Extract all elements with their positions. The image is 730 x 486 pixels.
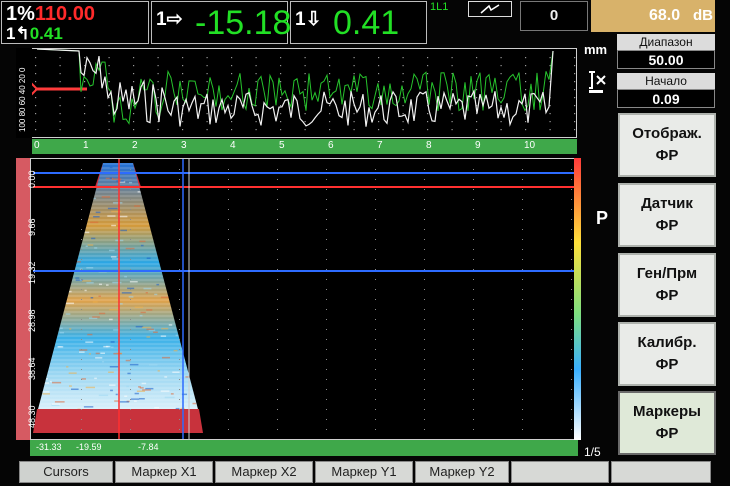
start-value: 0.09: [617, 89, 715, 108]
tab-маркер-y1[interactable]: Маркер Y1: [315, 461, 413, 483]
sscan-panel[interactable]: [30, 158, 578, 440]
softkey-2[interactable]: Датчик ФР: [618, 183, 716, 247]
sscan-depth-tick: 48.30: [27, 405, 37, 428]
ascan-x-tick: 9: [475, 140, 481, 151]
gain-display[interactable]: 68.0 dB: [591, 0, 715, 32]
readout-depth-value: 0.41: [29, 24, 63, 43]
probe-icon: [585, 68, 609, 96]
ascan-x-tick: 4: [230, 140, 236, 151]
ascan-x-tick: 8: [426, 140, 432, 151]
sscan-depth-tick: 9.66: [27, 218, 37, 236]
softkey-3[interactable]: Ген/Прм ФР: [618, 253, 716, 317]
ascan-panel[interactable]: [16, 48, 577, 138]
readout-offset-value: -15.18: [195, 4, 292, 42]
sscan-x-tick: -31.33: [36, 442, 62, 452]
channel-label: 1L1: [430, 1, 449, 13]
color-palette-bar: [574, 158, 581, 440]
softkey-sublabel: ФР: [655, 217, 679, 234]
softkey-sublabel: ФР: [655, 356, 679, 373]
sscan-ruler: -31.33 -19.59 -7.84: [30, 440, 578, 456]
softkey-label: Датчик: [641, 195, 693, 212]
softkey-label: Ген/Прм: [636, 265, 698, 282]
ascan-x-tick: 2: [132, 140, 138, 151]
softkey-label: Отображ.: [632, 125, 702, 142]
ascan-y-ticks: 100 80 60 40 20 0: [18, 67, 27, 132]
ascan-x-tick: 0: [34, 140, 40, 151]
tab-маркер-y2[interactable]: Маркер Y2: [415, 461, 509, 483]
start-param[interactable]: Начало 0.09: [617, 73, 715, 110]
readout-height-box[interactable]: 1⇩ 0.41: [290, 1, 427, 44]
ascan-x-tick: 1: [83, 140, 89, 151]
start-label: Начало: [617, 73, 715, 89]
softkey-5[interactable]: Маркеры ФР: [618, 391, 716, 455]
tab-маркер-x1[interactable]: Маркер X1: [115, 461, 213, 483]
readout-amplitude-box[interactable]: 1%110.00 1↰0.41: [1, 1, 149, 44]
range-param[interactable]: Диапазон 50.00: [617, 34, 715, 71]
page-indicator: 1/5: [584, 445, 601, 459]
readout-amplitude-value: 110.00: [34, 3, 95, 25]
softkey-label: Калибр.: [637, 334, 697, 351]
softkey-1[interactable]: Отображ. ФР: [618, 113, 716, 177]
sscan-depth-axis: 0.00 9.66 19.32 28.98 38.64 48.30: [16, 158, 37, 440]
sscan-depth-tick: 0.00: [27, 170, 37, 188]
ascan-x-tick: 7: [377, 140, 383, 151]
sscan-plot: [33, 159, 577, 439]
softkey-4[interactable]: Калибр. ФР: [618, 322, 716, 386]
softkey-sublabel: ФР: [655, 147, 679, 164]
readout-height-prefix: 1⇩: [295, 9, 322, 30]
readout-amplitude-prefix: 1%: [6, 3, 35, 25]
readout-offset-prefix: 1⇨: [156, 9, 183, 30]
ascan-x-tick: 10: [524, 140, 536, 151]
range-value: 50.00: [617, 50, 715, 69]
sscan-mode-letter: P: [596, 208, 609, 228]
ascan-plot: [30, 48, 576, 131]
gain-value: 68.0: [649, 7, 681, 24]
sscan-x-tick: -7.84: [138, 442, 159, 452]
tab-cursors[interactable]: Cursors: [19, 461, 113, 483]
sscan-depth-tick: 28.98: [27, 309, 37, 332]
sscan-depth-tick: 38.64: [27, 357, 37, 380]
ascan-yaxis: 100 80 60 40 20 0: [16, 48, 32, 138]
ascan-x-tick: 3: [181, 140, 187, 151]
readout-offset-box[interactable]: 1⇨ -15.18: [151, 1, 292, 44]
reflect-arrow-icon: ↰: [15, 24, 30, 43]
gain-unit: dB: [693, 7, 713, 24]
ascan-x-tick: 5: [279, 140, 285, 151]
softkey-label: Маркеры: [632, 403, 701, 420]
tab-empty: [511, 461, 609, 483]
ascan-ruler: 0 1 2 3 4 5 6 7 8 9 10: [32, 139, 577, 154]
readout-height-value: 0.41: [333, 4, 400, 42]
units-label: mm: [584, 42, 608, 57]
battery-icon: [468, 1, 512, 17]
sscan-x-tick: -19.59: [76, 442, 102, 452]
softkey-sublabel: ФР: [655, 425, 679, 442]
sscan-depth-tick: 19.32: [27, 261, 37, 284]
ascan-x-tick: 6: [328, 140, 334, 151]
tab-маркер-x2[interactable]: Маркер X2: [215, 461, 313, 483]
tab-empty: [611, 461, 711, 483]
softkey-sublabel: ФР: [655, 287, 679, 304]
range-label: Диапазон: [617, 34, 715, 50]
counter-display: 0: [520, 1, 588, 31]
